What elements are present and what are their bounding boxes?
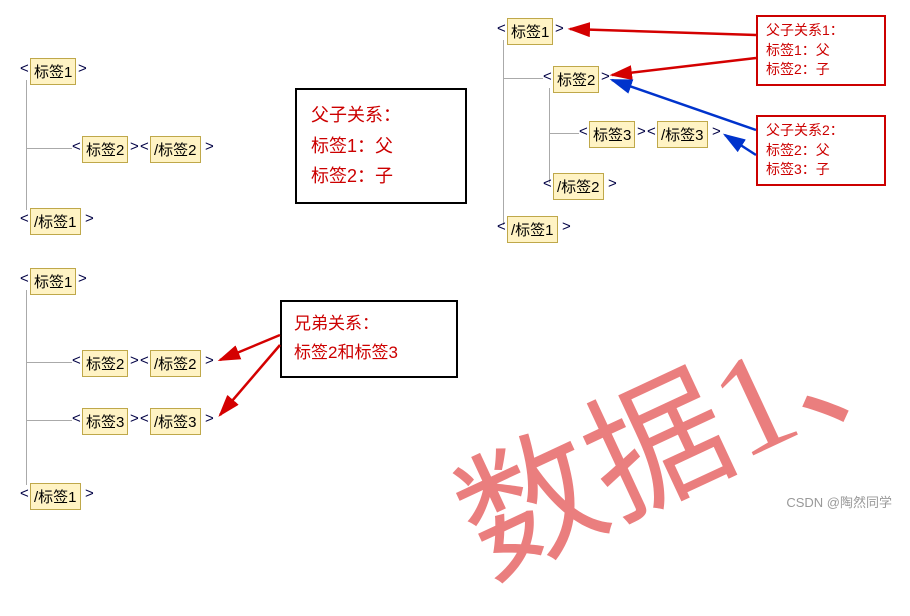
angle-close: > [562, 218, 571, 235]
angle-close: > [205, 410, 214, 427]
box-line: 标签2：子 [311, 161, 451, 192]
angle-close: > [205, 352, 214, 369]
box-line: 标签2：子 [766, 60, 876, 80]
box-title: 父子关系： [311, 100, 451, 131]
tag-2-close: /标签2 [150, 136, 201, 163]
tag-3-close: /标签3 [150, 408, 201, 435]
tag-2-open: 标签2 [82, 350, 128, 377]
angle-close: > [130, 410, 139, 427]
angle-open: < [20, 60, 29, 77]
angle-open: < [140, 352, 149, 369]
tree-line [549, 88, 550, 183]
tag-1-open: 标签1 [30, 268, 76, 295]
angle-open: < [140, 138, 149, 155]
arrow-red [220, 335, 280, 360]
tree-line [26, 148, 72, 149]
tag-2-open: 标签2 [82, 136, 128, 163]
box-title: 父子关系2： [766, 121, 876, 141]
box-line: 标签3：子 [766, 160, 876, 180]
angle-open: < [647, 123, 656, 140]
tree-line [26, 362, 72, 363]
angle-close: > [130, 352, 139, 369]
watermark: 数据1、 [420, 226, 910, 616]
tree-line [503, 40, 504, 225]
tag-3-open: 标签3 [82, 408, 128, 435]
angle-close: > [205, 138, 214, 155]
tree-line [503, 78, 543, 79]
credit: CSDN @陶然同学 [786, 492, 892, 511]
angle-open: < [497, 20, 506, 37]
tag-3-open: 标签3 [589, 121, 635, 148]
tag-1-close: /标签1 [30, 208, 81, 235]
angle-open: < [543, 175, 552, 192]
tag-1-open: 标签1 [507, 18, 553, 45]
tag-1-close: /标签1 [507, 216, 558, 243]
angle-close: > [712, 123, 721, 140]
box-title: 兄弟关系： [294, 310, 444, 339]
box-line: 标签1：父 [766, 41, 876, 61]
tag-2-close: /标签2 [150, 350, 201, 377]
tag-1-close: /标签1 [30, 483, 81, 510]
tree-line [26, 420, 72, 421]
relation-box-1: 父子关系1： 标签1：父 标签2：子 [756, 15, 886, 86]
tag-2-open: 标签2 [553, 66, 599, 93]
angle-close: > [130, 138, 139, 155]
relation-box-2: 父子关系2： 标签2：父 标签3：子 [756, 115, 886, 186]
tag-3-close: /标签3 [657, 121, 708, 148]
angle-open: < [72, 410, 81, 427]
angle-close: > [78, 60, 87, 77]
angle-open: < [497, 218, 506, 235]
arrow-red [612, 58, 756, 75]
angle-open: < [140, 410, 149, 427]
angle-close: > [85, 210, 94, 227]
parent-child-box: 父子关系： 标签1：父 标签2：子 [295, 88, 467, 204]
tag-2-close: /标签2 [553, 173, 604, 200]
box-line: 标签1：父 [311, 131, 451, 162]
angle-open: < [20, 485, 29, 502]
box-line: 标签2：父 [766, 141, 876, 161]
angle-open: < [20, 270, 29, 287]
angle-open: < [579, 123, 588, 140]
box-title: 父子关系1： [766, 21, 876, 41]
sibling-box: 兄弟关系： 标签2和标签3 [280, 300, 458, 378]
tree-line [549, 133, 579, 134]
tree-line [26, 80, 27, 210]
angle-close: > [555, 20, 564, 37]
angle-close: > [85, 485, 94, 502]
tree-line [26, 290, 27, 485]
angle-close: > [637, 123, 646, 140]
arrow-red [220, 345, 280, 415]
angle-close: > [608, 175, 617, 192]
angle-open: < [72, 138, 81, 155]
tag-1-open: 标签1 [30, 58, 76, 85]
arrow-red [570, 29, 756, 35]
angle-close: > [78, 270, 87, 287]
angle-open: < [20, 210, 29, 227]
box-line: 标签2和标签3 [294, 339, 444, 368]
angle-open: < [72, 352, 81, 369]
arrow-blue [725, 135, 756, 155]
angle-open: < [543, 68, 552, 85]
angle-close: > [601, 68, 610, 85]
